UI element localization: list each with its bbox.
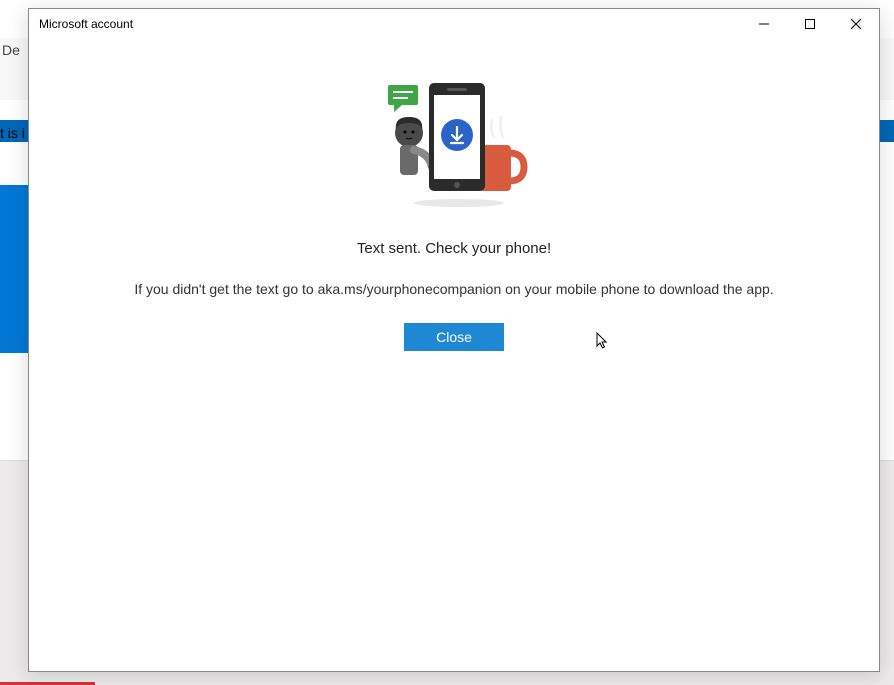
maximize-button[interactable]: [787, 9, 833, 39]
phone-illustration: [374, 75, 534, 210]
bg-blue-sidebar: [0, 185, 28, 353]
bg-partial-text: De: [2, 42, 20, 58]
minimize-button[interactable]: [741, 9, 787, 39]
window-close-button[interactable]: [833, 9, 879, 39]
primary-message: Text sent. Check your phone!: [357, 240, 551, 257]
dialog-content: Text sent. Check your phone! If you didn…: [29, 39, 879, 671]
microsoft-account-dialog: Microsoft account: [28, 8, 880, 672]
window-title: Microsoft account: [39, 17, 133, 31]
close-button[interactable]: Close: [404, 323, 504, 351]
secondary-message: If you didn't get the text go to aka.ms/…: [134, 281, 773, 297]
minimize-icon: [759, 19, 769, 29]
window-controls: [741, 9, 879, 39]
bg-partial-text-2: t is i: [0, 125, 25, 141]
titlebar: Microsoft account: [29, 9, 879, 39]
maximize-icon: [805, 19, 815, 29]
close-icon: [851, 19, 861, 29]
